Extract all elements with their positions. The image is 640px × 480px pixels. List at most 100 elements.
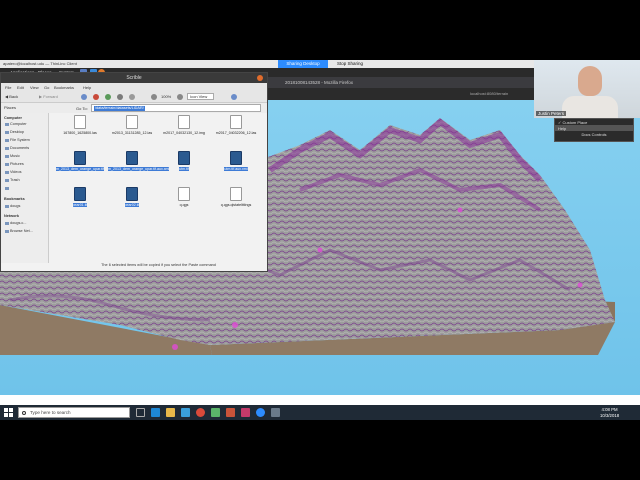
file-item[interactable]: m2017_04032206_12.las — [212, 115, 260, 145]
zoom-icon[interactable] — [256, 408, 265, 417]
sidebar-item-downloads[interactable]: Music — [10, 154, 20, 158]
image-file-icon — [74, 187, 86, 201]
menu-file[interactable]: File — [5, 85, 11, 90]
edge-icon[interactable] — [151, 408, 160, 417]
taskbar: Type here to search 4:08 PM 10/3/2018 — [0, 405, 640, 420]
menu-view[interactable]: View — [30, 85, 39, 90]
menu-bookmarks[interactable]: Bookmarks — [54, 85, 74, 90]
image-file-icon — [74, 151, 86, 165]
webcam-video[interactable]: Justin Peters — [534, 60, 640, 118]
videos-icon — [5, 179, 9, 182]
zoom-in-icon[interactable] — [177, 94, 183, 100]
sidebar-item-music[interactable]: Pictures — [10, 162, 24, 166]
zoom-out-icon[interactable] — [151, 94, 157, 100]
chrome-icon[interactable] — [196, 408, 205, 417]
image-file-icon — [178, 151, 190, 165]
clock-date: 10/3/2018 — [600, 412, 620, 418]
document-icon — [178, 187, 190, 201]
computer-icon — [5, 123, 9, 126]
menu-item-docs-controls[interactable]: Docs Controls — [555, 131, 633, 137]
person-body — [562, 96, 618, 118]
windows-start-icon[interactable] — [4, 408, 13, 417]
app-icon[interactable] — [211, 408, 220, 417]
drive-icon — [5, 139, 9, 142]
taskbar-search[interactable]: Type here to search — [18, 407, 130, 418]
powerpoint-icon[interactable] — [226, 408, 235, 417]
sidebar-item-videos[interactable]: Trash — [10, 178, 20, 182]
file-item-selected[interactable]: pear02.tif — [108, 187, 156, 217]
sidebar-item-network-share[interactable]: dougs.c... — [10, 221, 26, 225]
forward-button[interactable]: ▶ Forward — [39, 94, 58, 99]
search-icon[interactable] — [231, 94, 237, 100]
image-file-icon — [126, 187, 138, 201]
back-button[interactable]: ◀ Back — [5, 94, 18, 99]
terrain-url[interactable]: localhost:8080/terrain — [470, 91, 508, 96]
up-icon[interactable] — [81, 94, 87, 100]
file-item-selected[interactable]: m_2013_dem_orange_upar.tif — [56, 151, 104, 181]
file-item-selected[interactable]: utm.tif — [160, 151, 208, 181]
sharing-desktop-button[interactable]: Sharing Desktop — [278, 60, 328, 68]
document-icon — [230, 115, 242, 129]
pictures-icon — [5, 171, 9, 174]
view-mode-select[interactable]: Icon View — [187, 93, 215, 100]
sidebar-item-browse-network[interactable]: Browse Net... — [10, 229, 33, 233]
xml-file-icon — [230, 151, 242, 165]
music-icon — [5, 163, 9, 166]
stop-icon[interactable] — [93, 94, 99, 100]
file-explorer-icon[interactable] — [166, 408, 175, 417]
file-manager-menubar: File Edit View Go Bookmarks Help — [1, 83, 267, 91]
document-icon — [126, 115, 138, 129]
xml-file-icon — [126, 151, 138, 165]
sidebar-header-network: Network — [4, 214, 19, 218]
task-view-icon[interactable] — [136, 408, 145, 417]
participant-name: Justin Peters — [536, 111, 567, 116]
places-dropdown[interactable]: Places — [4, 105, 16, 110]
sidebar-header-computer: Computer — [4, 116, 22, 120]
file-item-selected[interactable]: utm.tif.aux.xml — [212, 151, 260, 181]
store-icon[interactable] — [181, 408, 190, 417]
file-item[interactable]: 167800_1625800.las — [56, 115, 104, 145]
status-bar: The 6 selected items will be copied if y… — [101, 263, 216, 267]
sidebar-item-desktop[interactable]: Desktop — [10, 130, 24, 134]
location-bar: Go To: /data/terrain/datasets/LiDAR/ — [1, 103, 267, 113]
sidebar-header-bookmarks: Bookmarks — [4, 197, 25, 201]
menu-go[interactable]: Go — [44, 85, 49, 90]
search-icon — [22, 411, 26, 415]
sidebar-item-pictures[interactable]: Videos — [10, 170, 22, 174]
file-item[interactable]: m2013_31131285_12.las — [108, 115, 156, 145]
file-grid: 167800_1625800.las m2013_31131285_12.las… — [51, 115, 266, 255]
file-item-selected[interactable]: m_2013_dem_orange_upar.tif.aux.xml — [108, 151, 170, 181]
reload-icon[interactable] — [105, 94, 111, 100]
computer-icon[interactable] — [129, 94, 135, 100]
file-item[interactable]: q.qgs.qlstatelittings — [212, 187, 260, 217]
document-icon — [74, 115, 86, 129]
thinlinc-icon[interactable] — [271, 408, 280, 417]
close-icon[interactable] — [257, 75, 263, 81]
file-item[interactable]: q.qgs — [160, 187, 208, 217]
folder-icon — [5, 155, 9, 158]
places-sidebar: Computer Computer Desktop File System Do… — [1, 113, 49, 263]
menu-help[interactable]: Help — [83, 85, 91, 90]
goto-label: Go To: — [76, 106, 88, 111]
desktop-icon — [5, 131, 9, 134]
document-icon — [178, 115, 190, 129]
sidebar-item-bookmark[interactable]: dougs — [10, 204, 20, 208]
location-field[interactable]: /data/terrain/datasets/LiDAR/ — [91, 104, 261, 112]
session-title: apatero@localhost.udu — ThinLinc Client — [3, 61, 77, 66]
person-head — [578, 66, 602, 96]
stop-sharing-button[interactable]: Stop Sharing — [330, 60, 370, 68]
file-item-selected[interactable]: pear01.tif — [56, 187, 104, 217]
home-icon[interactable] — [117, 94, 123, 100]
location-path[interactable]: /data/terrain/datasets/LiDAR/ — [94, 106, 145, 111]
menu-edit[interactable]: Edit — [17, 85, 24, 90]
sidebar-item-computer[interactable]: Computer — [10, 122, 27, 126]
file-item[interactable]: m2017_04032130_12.img — [160, 115, 208, 145]
sidebar-item-documents[interactable]: Documents — [10, 146, 29, 150]
document-icon — [230, 187, 242, 201]
file-manager-titlebar[interactable]: Scrible — [1, 73, 267, 83]
app-icon[interactable] — [241, 408, 250, 417]
system-clock[interactable]: 4:08 PM 10/3/2018 — [600, 407, 619, 418]
sidebar-item-filesystem[interactable]: File System — [10, 138, 30, 142]
file-manager-title: Scrible — [126, 75, 142, 81]
file-manager-window: Scrible File Edit View Go Bookmarks Help… — [0, 72, 268, 272]
